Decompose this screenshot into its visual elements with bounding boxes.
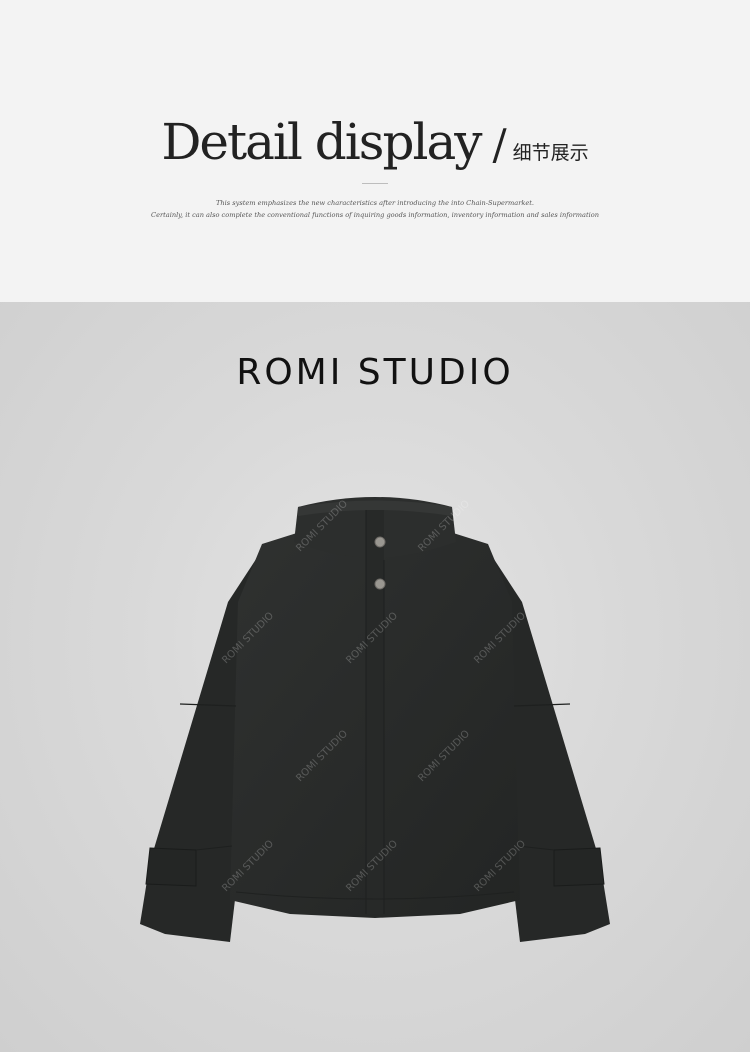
title-row: Detail display / 细节展示 [0, 113, 750, 171]
title-divider [362, 183, 388, 184]
description-line-2: Certainly, it can also complete the conv… [151, 211, 599, 219]
jacket-body [140, 497, 610, 942]
title-english: Detail display [161, 113, 482, 171]
description-line-1: This system emphasizes the new character… [215, 199, 534, 207]
title-slash: / [492, 120, 507, 169]
title-chinese: 细节展示 [512, 142, 589, 164]
detail-header: Detail display / 细节展示 This system emphasiz… [0, 0, 750, 302]
product-showcase: ROMI STUDIO ROMI STUDIO ROMI STUDIO ROMI… [0, 302, 750, 1052]
jacket-icon: ROMI STUDIO ROMI STUDIO ROMI STUDIO ROMI… [140, 497, 610, 942]
